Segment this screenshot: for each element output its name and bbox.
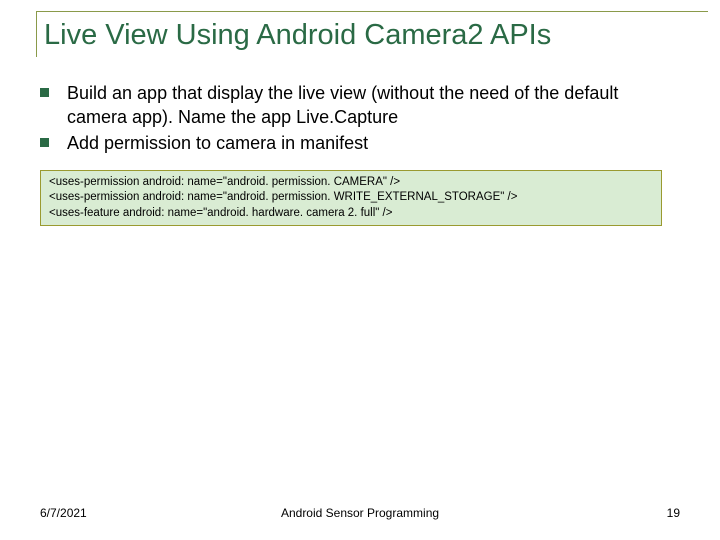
- code-block: <uses-permission android: name="android.…: [40, 170, 662, 227]
- footer: 6/7/2021 Android Sensor Programming 19: [0, 506, 720, 520]
- bullet-text: Build an app that display the live view …: [67, 81, 680, 130]
- square-bullet-icon: [40, 138, 49, 147]
- slide-title: Live View Using Android Camera2 APIs: [28, 18, 710, 53]
- content-area: Build an app that display the live view …: [0, 65, 720, 226]
- footer-course-title: Android Sensor Programming: [281, 506, 439, 520]
- square-bullet-icon: [40, 88, 49, 97]
- bullet-list: Build an app that display the live view …: [40, 81, 680, 156]
- bullet-text: Add permission to camera in manifest: [67, 131, 368, 155]
- title-rule-top: [36, 11, 708, 12]
- footer-date: 6/7/2021: [40, 506, 87, 520]
- list-item: Add permission to camera in manifest: [40, 131, 680, 155]
- list-item: Build an app that display the live view …: [40, 81, 680, 130]
- title-area: Live View Using Android Camera2 APIs: [0, 0, 720, 65]
- footer-page-number: 19: [667, 506, 680, 520]
